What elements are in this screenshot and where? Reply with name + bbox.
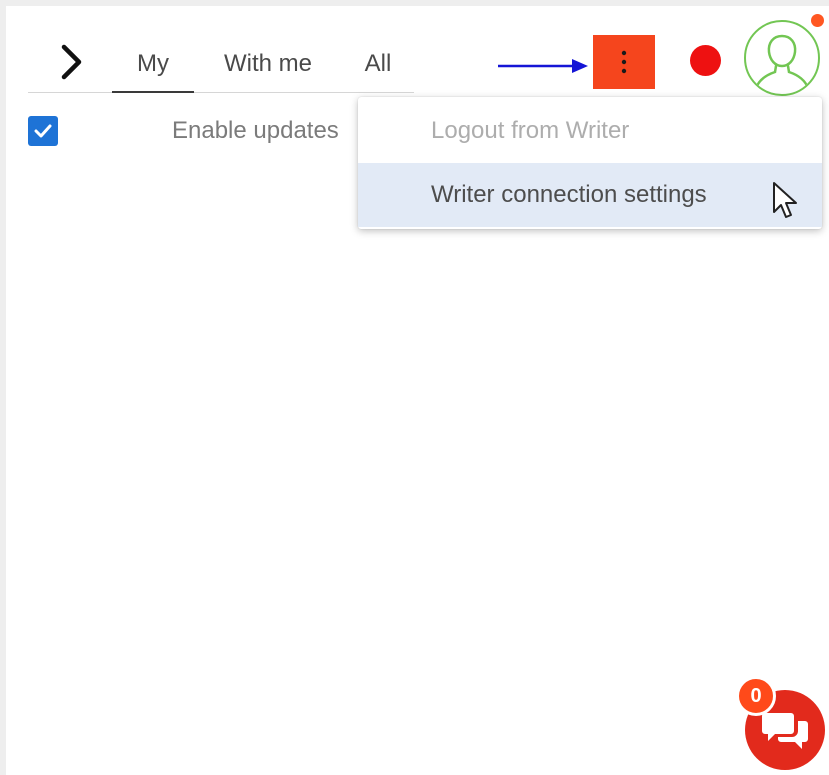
tab-bar: My With me All xyxy=(28,38,414,93)
menu-item-logout[interactable]: Logout from Writer xyxy=(358,99,822,163)
notification-dot xyxy=(811,14,824,27)
tab-my[interactable]: My xyxy=(112,38,194,93)
checkmark-icon xyxy=(34,124,52,138)
kebab-menu-icon xyxy=(621,50,627,74)
enable-updates-label: Enable updates xyxy=(172,117,339,144)
record-indicator[interactable] xyxy=(690,45,721,76)
options-dropdown-menu: Logout from Writer Writer connection set… xyxy=(358,97,822,229)
mouse-pointer-icon xyxy=(773,182,797,218)
more-options-button[interactable] xyxy=(593,35,655,89)
annotation-arrow-icon xyxy=(498,59,588,73)
user-silhouette-icon xyxy=(754,34,810,90)
menu-item-connection-settings[interactable]: Writer connection settings xyxy=(358,163,822,227)
user-avatar[interactable] xyxy=(744,20,820,96)
tab-all[interactable]: All xyxy=(353,38,403,90)
chat-bubbles-icon xyxy=(762,713,808,749)
chat-unread-badge: 0 xyxy=(736,676,776,716)
tab-with-me[interactable]: With me xyxy=(210,38,326,90)
enable-updates-checkbox[interactable] xyxy=(28,116,58,146)
